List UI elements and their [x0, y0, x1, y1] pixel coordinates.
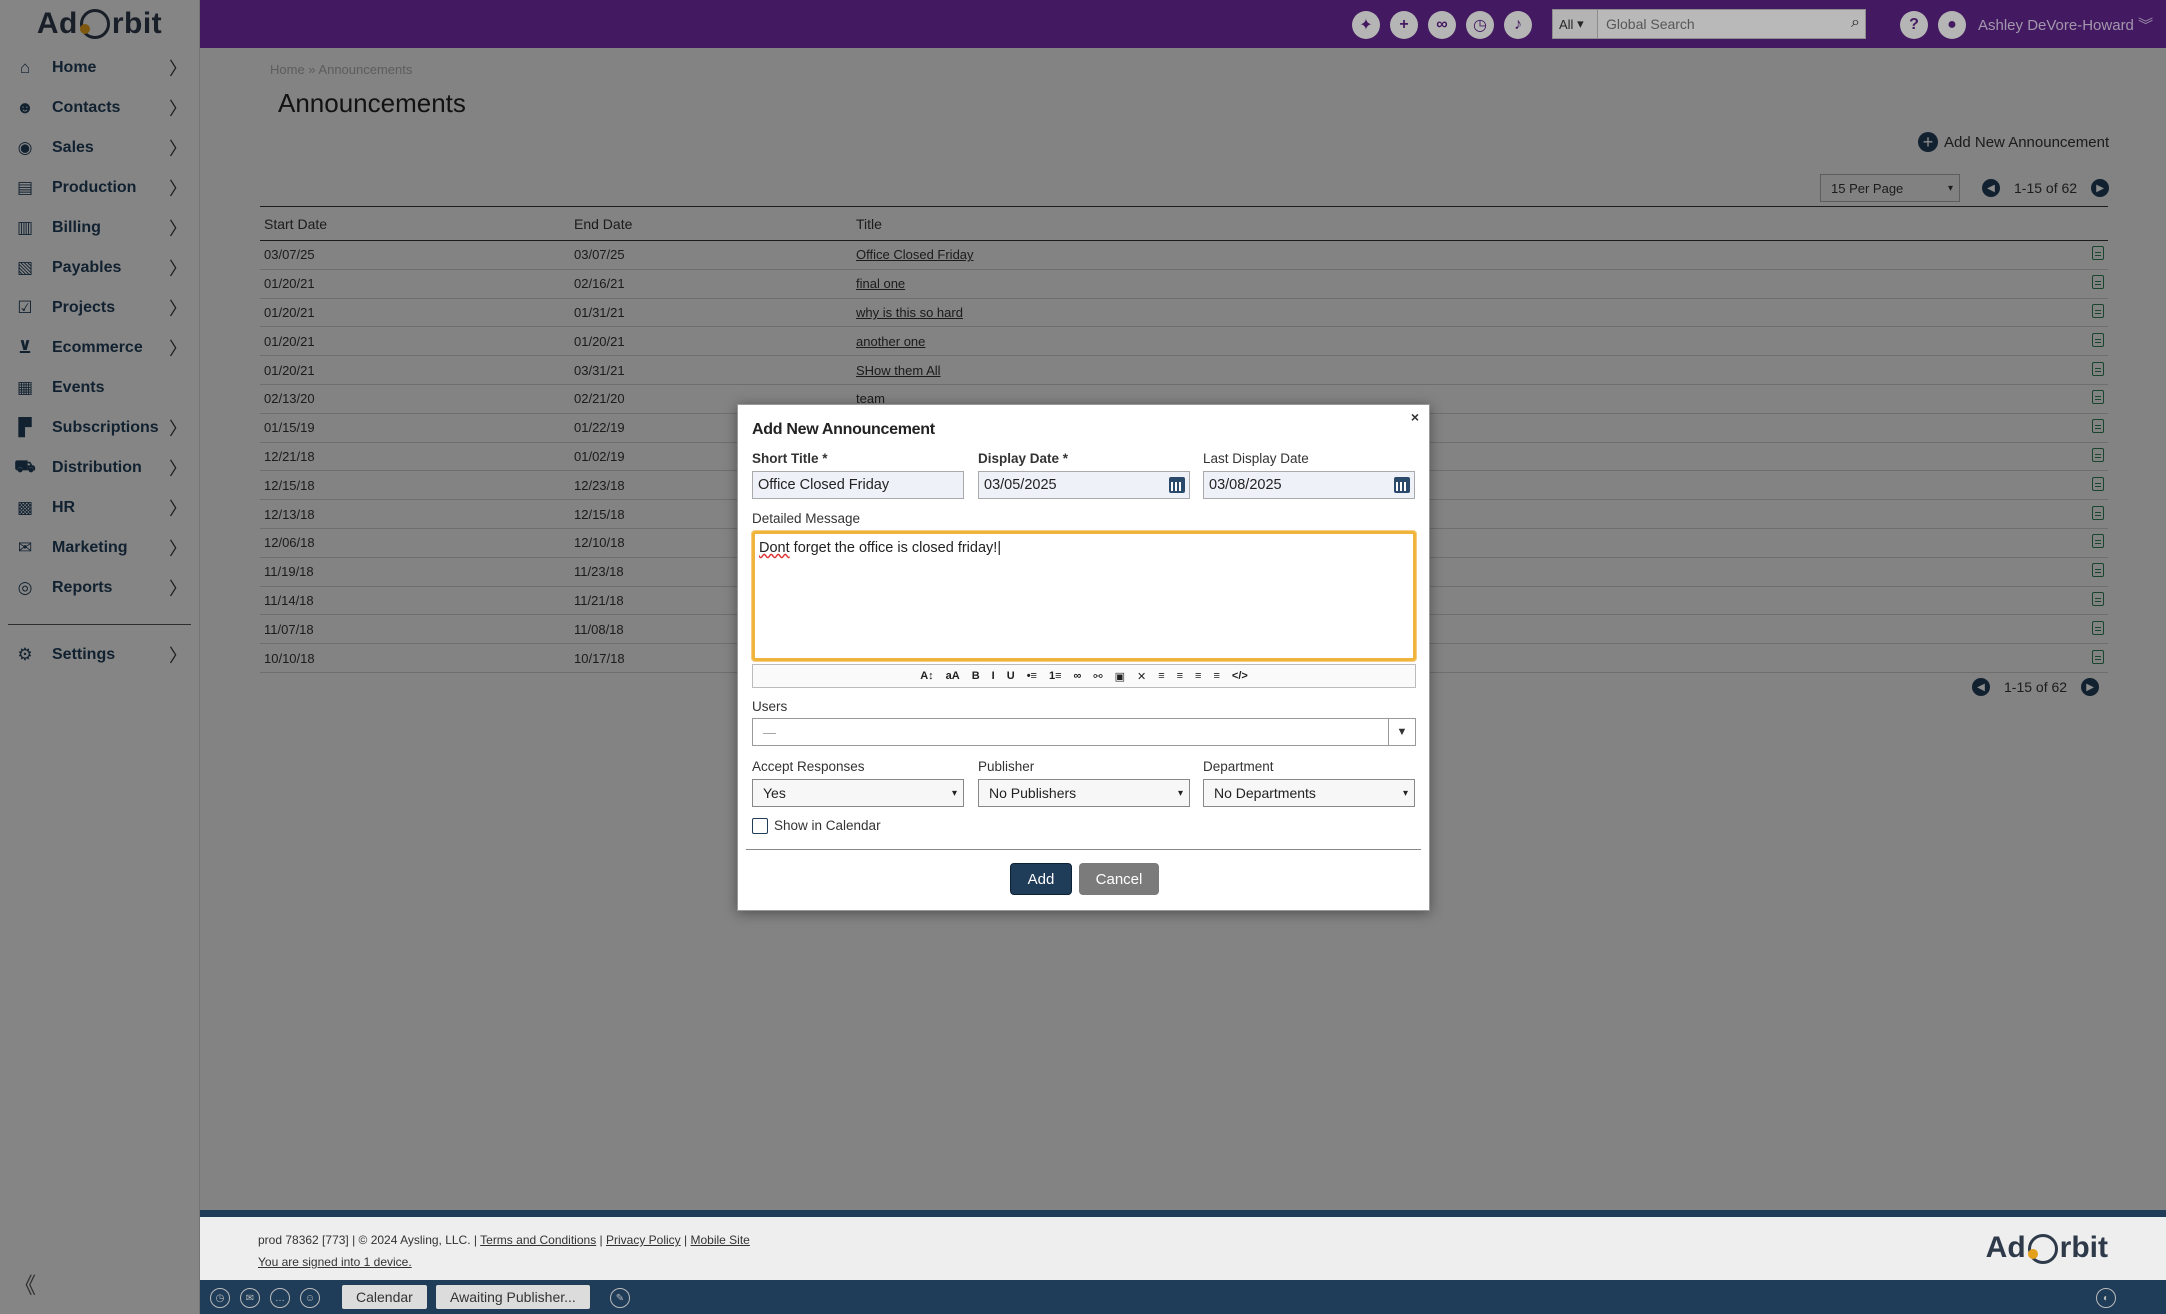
footer-info: prod 78362 [773] | © 2024 Aysling, LLC. …	[258, 1233, 750, 1247]
clock-icon[interactable]: ◷	[210, 1288, 230, 1308]
signed-in-link[interactable]: You are signed into 1 device.	[258, 1255, 412, 1269]
taskbar-calendar-button[interactable]: Calendar	[342, 1285, 427, 1309]
align-left-icon[interactable]: ≡	[1158, 670, 1164, 682]
message-misspelled-word: Dont	[759, 540, 790, 556]
footer: prod 78362 [773] | © 2024 Aysling, LLC. …	[200, 1210, 2166, 1280]
calendar-icon[interactable]	[1169, 477, 1185, 493]
accept-responses-value: Yes	[763, 785, 786, 801]
close-icon[interactable]: ×	[1411, 409, 1419, 425]
department-select[interactable]: No Departments ▾	[1203, 779, 1415, 807]
clear-format-icon[interactable]: ✕	[1137, 670, 1146, 683]
cancel-button[interactable]: Cancel	[1079, 863, 1159, 895]
bold-icon[interactable]: B	[972, 670, 980, 682]
footer-logo-right: rbit	[2059, 1231, 2108, 1264]
underline-icon[interactable]: U	[1007, 670, 1015, 682]
taskbar: ◷ ✉ … ☺ Calendar Awaiting Publisher... ✎…	[200, 1280, 2166, 1314]
display-date-input[interactable]: 03/05/2025	[978, 471, 1190, 499]
display-date-value: 03/05/2025	[984, 477, 1057, 493]
link-icon[interactable]: ∞	[1074, 670, 1082, 682]
footer-copyright: prod 78362 [773] | © 2024 Aysling, LLC. …	[258, 1233, 478, 1247]
align-right-icon[interactable]: ≡	[1195, 670, 1201, 682]
display-date-label: Display Date *	[978, 451, 1069, 466]
add-button[interactable]: Add	[1010, 863, 1072, 895]
bullet-list-icon[interactable]: •≡	[1027, 670, 1037, 682]
publisher-value: No Publishers	[989, 785, 1077, 801]
chevron-down-icon: ▾	[1177, 788, 1183, 799]
accept-responses-select[interactable]: Yes ▾	[752, 779, 964, 807]
publisher-select[interactable]: No Publishers ▾	[978, 779, 1190, 807]
footer-signed-in: You are signed into 1 device.	[258, 1255, 412, 1269]
short-title-input[interactable]: Office Closed Friday	[752, 471, 964, 499]
justify-icon[interactable]: ≡	[1213, 670, 1219, 682]
logo-orb-icon	[2027, 1234, 2058, 1265]
source-code-icon[interactable]: </>	[1232, 670, 1248, 682]
chat-icon[interactable]: …	[270, 1288, 290, 1308]
align-center-icon[interactable]: ≡	[1177, 670, 1183, 682]
dialog-title: Add New Announcement	[752, 421, 935, 438]
unlink-icon[interactable]: ⚯	[1093, 670, 1102, 683]
font-size-icon[interactable]: A↕	[920, 670, 933, 682]
department-value: No Departments	[1214, 785, 1316, 801]
show-in-calendar-checkbox[interactable]	[752, 818, 768, 834]
last-display-date-label: Last Display Date	[1203, 451, 1309, 466]
mobile-site-link[interactable]: Mobile Site	[690, 1233, 749, 1247]
last-display-date-input[interactable]: 03/08/2025	[1203, 471, 1415, 499]
modal-backdrop-side	[0, 0, 200, 1314]
accept-responses-label: Accept Responses	[752, 759, 865, 774]
users-label: Users	[752, 699, 788, 714]
case-icon[interactable]: aA	[946, 670, 960, 682]
calendar-icon[interactable]	[1394, 477, 1410, 493]
chevron-down-icon: ▾	[1402, 788, 1408, 799]
privacy-link[interactable]: Privacy Policy	[606, 1233, 681, 1247]
show-in-calendar-label[interactable]: Show in Calendar	[774, 818, 881, 833]
add-announcement-dialog: × Add New Announcement Short Title * Off…	[737, 404, 1430, 911]
terms-link[interactable]: Terms and Conditions	[480, 1233, 596, 1247]
detailed-message-label: Detailed Message	[752, 511, 861, 526]
chevron-down-icon[interactable]: ▼	[1388, 719, 1415, 745]
users-value: —	[763, 724, 776, 740]
mail-icon[interactable]: ✉	[240, 1288, 260, 1308]
toggle-icon[interactable]: ◐	[2096, 1288, 2116, 1308]
edit-icon[interactable]: ✎	[610, 1288, 630, 1308]
rich-text-toolbar: A↕ aA B I U •≡ 1≡ ∞ ⚯ ▣ ✕ ≡ ≡ ≡ ≡ </>	[752, 664, 1416, 688]
italic-icon[interactable]: I	[992, 670, 995, 682]
modal-backdrop-top	[200, 0, 2166, 48]
detailed-message-textarea[interactable]: Dont forget the office is closed friday!…	[752, 531, 1416, 661]
footer-logo-left: Ad	[1985, 1231, 2026, 1264]
image-icon[interactable]: ▣	[1115, 670, 1125, 683]
last-display-date-value: 03/08/2025	[1209, 477, 1282, 493]
numbered-list-icon[interactable]: 1≡	[1049, 670, 1062, 682]
department-label: Department	[1203, 759, 1274, 774]
contact-icon[interactable]: ☺	[300, 1288, 320, 1308]
footer-logo: Ad rbit	[1986, 1231, 2108, 1265]
users-select[interactable]: — ▼	[752, 718, 1416, 746]
publisher-label: Publisher	[978, 759, 1035, 774]
chevron-down-icon: ▾	[951, 788, 957, 799]
short-title-label: Short Title *	[752, 451, 828, 466]
taskbar-awaiting-button[interactable]: Awaiting Publisher...	[436, 1285, 590, 1309]
dialog-divider	[746, 849, 1421, 850]
message-text: forget the office is closed friday!	[789, 540, 998, 556]
